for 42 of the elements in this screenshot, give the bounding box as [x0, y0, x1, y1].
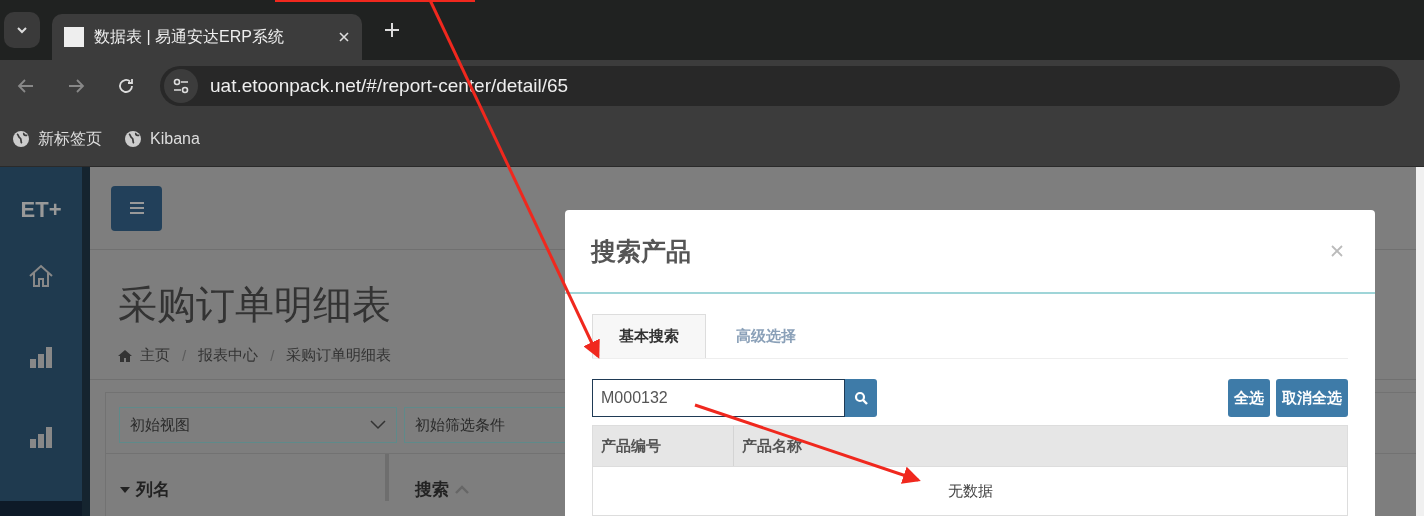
search-panel-heading[interactable]: 搜索	[415, 478, 469, 501]
menu-icon	[128, 201, 145, 215]
breadcrumb-separator: /	[270, 347, 275, 364]
globe-icon	[12, 130, 30, 148]
close-icon[interactable]	[338, 31, 350, 43]
logo: ET+	[20, 197, 62, 223]
view-select[interactable]: 初始视图	[119, 407, 397, 443]
empty-message: 无数据	[947, 481, 993, 501]
dialog-tab[interactable]: 基本搜索	[592, 314, 706, 358]
bookmark[interactable]: Kibana	[124, 130, 200, 148]
bookmark[interactable]: 新标签页	[12, 128, 102, 150]
chevron-down-icon	[370, 420, 386, 430]
dialog-title: 搜索产品	[591, 235, 691, 267]
favicon-icon	[64, 27, 84, 47]
browser-tab[interactable]: 数据表 | 易通安达ERP系统	[52, 14, 362, 60]
bar-chart-icon[interactable]	[28, 345, 54, 369]
site-settings-icon[interactable]	[164, 69, 198, 103]
chevron-up-icon	[455, 485, 469, 494]
search-button[interactable]	[845, 379, 877, 417]
dialog-tab[interactable]: 高级选择	[706, 314, 826, 358]
column-header: 产品名称	[741, 435, 803, 456]
search-field[interactable]: M000132	[592, 379, 845, 417]
breadcrumb-link[interactable]: 报表中心	[198, 346, 259, 365]
globe-icon	[124, 130, 142, 148]
bar-chart-icon[interactable]	[28, 425, 54, 449]
menu-button[interactable]	[111, 185, 162, 231]
home-icon	[118, 349, 132, 362]
column-panel-heading[interactable]: 列名	[120, 478, 385, 501]
caret-down-icon	[120, 486, 130, 493]
new-tab-icon[interactable]	[384, 22, 400, 38]
home-icon[interactable]	[27, 263, 55, 289]
page-title: 采购订单明细表	[118, 282, 392, 328]
chevron-down-icon	[16, 26, 28, 34]
tab-list-button[interactable]	[4, 12, 40, 48]
select-button[interactable]: 取消全选	[1276, 379, 1348, 417]
breadcrumb-link[interactable]: 主页	[140, 346, 170, 365]
breadcrumb-separator: /	[182, 347, 187, 364]
reload-icon[interactable]	[116, 76, 136, 96]
tab-title: 数据表 | 易通安达ERP系统	[94, 26, 285, 47]
search-icon	[854, 391, 868, 405]
column-header: 产品编号	[593, 426, 734, 466]
select-button[interactable]: 全选	[1228, 379, 1270, 417]
